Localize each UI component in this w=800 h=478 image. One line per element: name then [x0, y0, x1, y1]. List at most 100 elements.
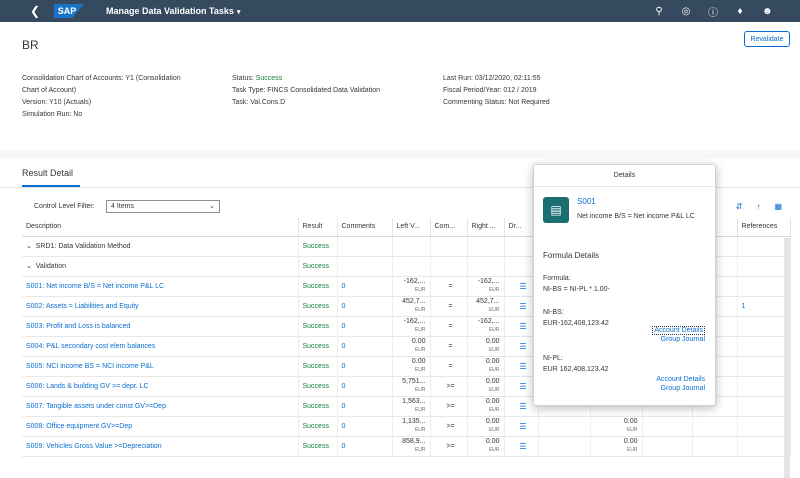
row-description-link[interactable]: S008: Office equipment GV>=Dep [22, 416, 299, 437]
table-row[interactable]: S009: Vehicles Gross Value >=Depreciatio… [22, 436, 791, 457]
user-icon[interactable]: ☻ [762, 6, 773, 17]
row-op [430, 236, 468, 257]
row-references-link[interactable]: 1 [737, 296, 791, 317]
row-operator: = [430, 336, 468, 357]
row-left-value: -162,... EUR [392, 276, 431, 297]
row-comments-link[interactable]: 0 [337, 376, 393, 397]
row-comments-link[interactable]: 0 [337, 296, 393, 317]
row-operator: >= [430, 376, 468, 397]
row-cell [642, 416, 693, 437]
help-icon[interactable]: ⓘ [708, 4, 718, 19]
col-header-result[interactable]: Result [298, 218, 338, 237]
table-scrollbar[interactable] [784, 238, 790, 478]
task-type: Task Type: FINCS Consolidated Data Valid… [232, 87, 380, 94]
popover-rule-id[interactable]: S001 [577, 197, 596, 206]
row-comments-link[interactable]: 0 [337, 336, 393, 357]
col-header-comments[interactable]: Comments [337, 218, 393, 237]
row-operator: >= [430, 436, 468, 457]
row-refs [737, 336, 791, 357]
export-icon[interactable]: ▦ [774, 202, 782, 211]
row-left-value: 0.00 EUR [392, 356, 431, 377]
copilot-icon[interactable]: ◎ [681, 6, 691, 17]
shell-bar: ❮ SAP Manage Data Validation Tasks ▾ ⚲ ◎ … [0, 0, 800, 22]
sap-logo[interactable]: SAP [54, 4, 84, 18]
bell-icon[interactable]: ♦ [735, 6, 745, 17]
chevron-down-icon[interactable]: ⌄ [26, 263, 32, 270]
col-header-right-value[interactable]: Right ... [467, 218, 505, 237]
group-journal-link[interactable]: Group Journal [652, 335, 705, 344]
list-icon[interactable]: ☰ [519, 402, 526, 411]
account-details-link[interactable]: Account Details [652, 326, 705, 335]
tab-result-detail[interactable]: Result Detail [22, 168, 73, 178]
row-description-link[interactable]: S004: P&L secondary cost elem balances [22, 336, 299, 357]
row-description-link[interactable]: S009: Vehicles Gross Value >=Depreciatio… [22, 436, 299, 457]
revalidate-button[interactable]: Revalidate [744, 31, 790, 47]
col-header-description[interactable]: Description [22, 218, 299, 237]
row-description-link[interactable]: S001: Net income B/S = Net income P&L LC [22, 276, 299, 297]
row-comments-link[interactable]: 0 [337, 436, 393, 457]
ni-pl-label: NI-PL: [543, 355, 563, 362]
row-comments-link[interactable]: 0 [337, 396, 393, 417]
row-comments-link[interactable]: 0 [337, 316, 393, 337]
list-icon[interactable]: ☰ [519, 362, 526, 371]
row-left-value: -162,... EUR [392, 316, 431, 337]
col-header-left-value[interactable]: Left V... [392, 218, 431, 237]
row-comments-link[interactable]: 0 [337, 416, 393, 437]
table-row[interactable]: S008: Office equipment GV>=Dep Success 0… [22, 416, 791, 437]
row-result: Success [298, 416, 338, 437]
object-header: BR Revalidate Consolidation Chart of Acc… [0, 22, 800, 150]
search-icon[interactable]: ⚲ [654, 6, 664, 17]
sort-ascending-icon[interactable]: ↑ [756, 202, 760, 211]
row-right-value: 0.00 EUR [467, 336, 505, 357]
list-icon[interactable]: ☰ [519, 422, 526, 431]
sort-icon[interactable]: ⇵ [736, 202, 743, 211]
row-description-link[interactable]: S005: NCI income BS = NCI income P&L [22, 356, 299, 377]
row-operator: = [430, 296, 468, 317]
row-result: Success [298, 356, 338, 377]
row-refs [737, 436, 791, 457]
row-result: Success [298, 256, 338, 277]
details-popover: Details ▤ S001 Net income B/S = Net inco… [533, 164, 716, 406]
row-description: ⌄ Validation [22, 256, 299, 277]
row-comments-link[interactable]: 0 [337, 356, 393, 377]
row-description-link[interactable]: S007: Tangible assets under const GV>=De… [22, 396, 299, 417]
group-journal-link[interactable]: Group Journal [656, 384, 705, 393]
row-description-link[interactable]: S003: Profit and Loss is balanced [22, 316, 299, 337]
chevron-down-icon[interactable]: ⌄ [26, 243, 32, 250]
table-toolbar: ⇵ ↑ ▦ [736, 202, 782, 211]
row-description-link[interactable]: S002: Assets = Liabilities and Equity [22, 296, 299, 317]
row-result: Success [298, 276, 338, 297]
row-right-value: 0.00 EUR [467, 376, 505, 397]
list-icon[interactable]: ☰ [519, 322, 526, 331]
col-header-references[interactable]: References [737, 218, 791, 237]
validation-icon: ▤ [543, 197, 569, 223]
list-icon[interactable]: ☰ [519, 282, 526, 291]
status-value: Success [255, 75, 283, 82]
row-cell [538, 416, 591, 437]
back-icon[interactable]: ❮ [24, 4, 46, 18]
popover-title: Details [534, 165, 715, 187]
control-level-filter-label: Control Level Filter: [34, 203, 95, 210]
list-icon[interactable]: ☰ [519, 342, 526, 351]
row-right-value: 0.00 EUR [467, 436, 505, 457]
row-description-text: Validation [35, 263, 66, 270]
chevron-down-icon: ⌄ [209, 203, 215, 210]
row-refs [737, 396, 791, 417]
row-comments-link[interactable]: 0 [337, 276, 393, 297]
col-header-comparison[interactable]: Com... [430, 218, 468, 237]
control-level-filter-select[interactable]: 4 Items ⌄ [106, 200, 220, 213]
commenting-status: Commenting Status: Not Required [443, 99, 550, 106]
app-title-menu[interactable]: Manage Data Validation Tasks ▾ [106, 6, 240, 16]
account-details-link[interactable]: Account Details [656, 375, 705, 384]
list-icon[interactable]: ☰ [519, 442, 526, 451]
row-drill: ☰ [504, 416, 539, 437]
popover-rule-description: Net income B/S = Net income P&L LC [577, 213, 695, 220]
row-description-link[interactable]: S006: Lands & building GV >= depr. LC [22, 376, 299, 397]
row-cell [692, 436, 738, 457]
list-icon[interactable]: ☰ [519, 302, 526, 311]
row-left-value: 0.00 EUR [392, 336, 431, 357]
row-op [430, 256, 468, 277]
list-icon[interactable]: ☰ [519, 382, 526, 391]
row-cell [538, 436, 591, 457]
row-result: Success [298, 296, 338, 317]
